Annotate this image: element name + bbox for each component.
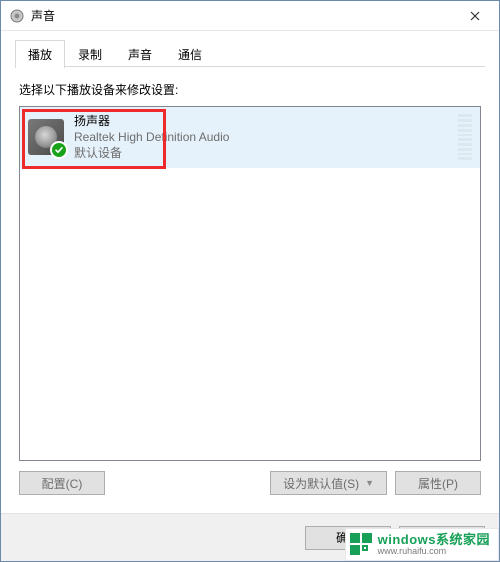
set-default-button[interactable]: 设为默认值(S) ▼: [270, 471, 387, 495]
volume-meter: [458, 114, 472, 160]
device-action-row: 配置(C) 设为默认值(S) ▼ 属性(P): [19, 471, 481, 495]
watermark: windows系统家园 www.ruhaifu.com: [345, 528, 499, 561]
watermark-url: www.ruhaifu.com: [378, 547, 490, 556]
device-status: 默认设备: [74, 145, 452, 161]
window-title: 声音: [31, 7, 452, 24]
titlebar: 声音: [1, 1, 499, 31]
device-row[interactable]: 扬声器 Realtek High Definition Audio 默认设备: [20, 107, 480, 168]
device-listbox[interactable]: 扬声器 Realtek High Definition Audio 默认设备: [19, 106, 481, 461]
properties-button[interactable]: 属性(P): [395, 471, 481, 495]
window-icon: [9, 8, 25, 24]
spacer: [113, 471, 262, 495]
tab-recording[interactable]: 录制: [65, 40, 115, 68]
panel-instructions: 选择以下播放设备来修改设置:: [19, 81, 481, 98]
dialog-body: 播放 录制 声音 通信 选择以下播放设备来修改设置: 扬声器: [1, 31, 499, 513]
watermark-title: windows系统家园: [378, 533, 490, 547]
chevron-down-icon: ▼: [365, 478, 374, 488]
device-driver: Realtek High Definition Audio: [74, 129, 452, 145]
device-name: 扬声器: [74, 113, 452, 129]
tab-playback[interactable]: 播放: [15, 40, 65, 68]
watermark-logo-icon: [350, 533, 372, 555]
default-check-icon: [50, 141, 68, 159]
speaker-icon: [28, 119, 64, 155]
device-text: 扬声器 Realtek High Definition Audio 默认设备: [74, 113, 452, 162]
tab-sounds[interactable]: 声音: [115, 40, 165, 68]
sound-dialog: 声音 播放 录制 声音 通信 选择以下播放设备来修改设置:: [0, 0, 500, 562]
tab-strip: 播放 录制 声音 通信: [15, 39, 485, 67]
tab-communications[interactable]: 通信: [165, 40, 215, 68]
set-default-label: 设为默认值(S): [283, 475, 359, 492]
close-button[interactable]: [452, 2, 497, 30]
tab-panel-playback: 选择以下播放设备来修改设置: 扬声器 Realtek High Definiti…: [15, 67, 485, 501]
dialog-footer: 确定 取消 windows系统家园 www.ruhaifu.com: [1, 513, 499, 561]
configure-button[interactable]: 配置(C): [19, 471, 105, 495]
